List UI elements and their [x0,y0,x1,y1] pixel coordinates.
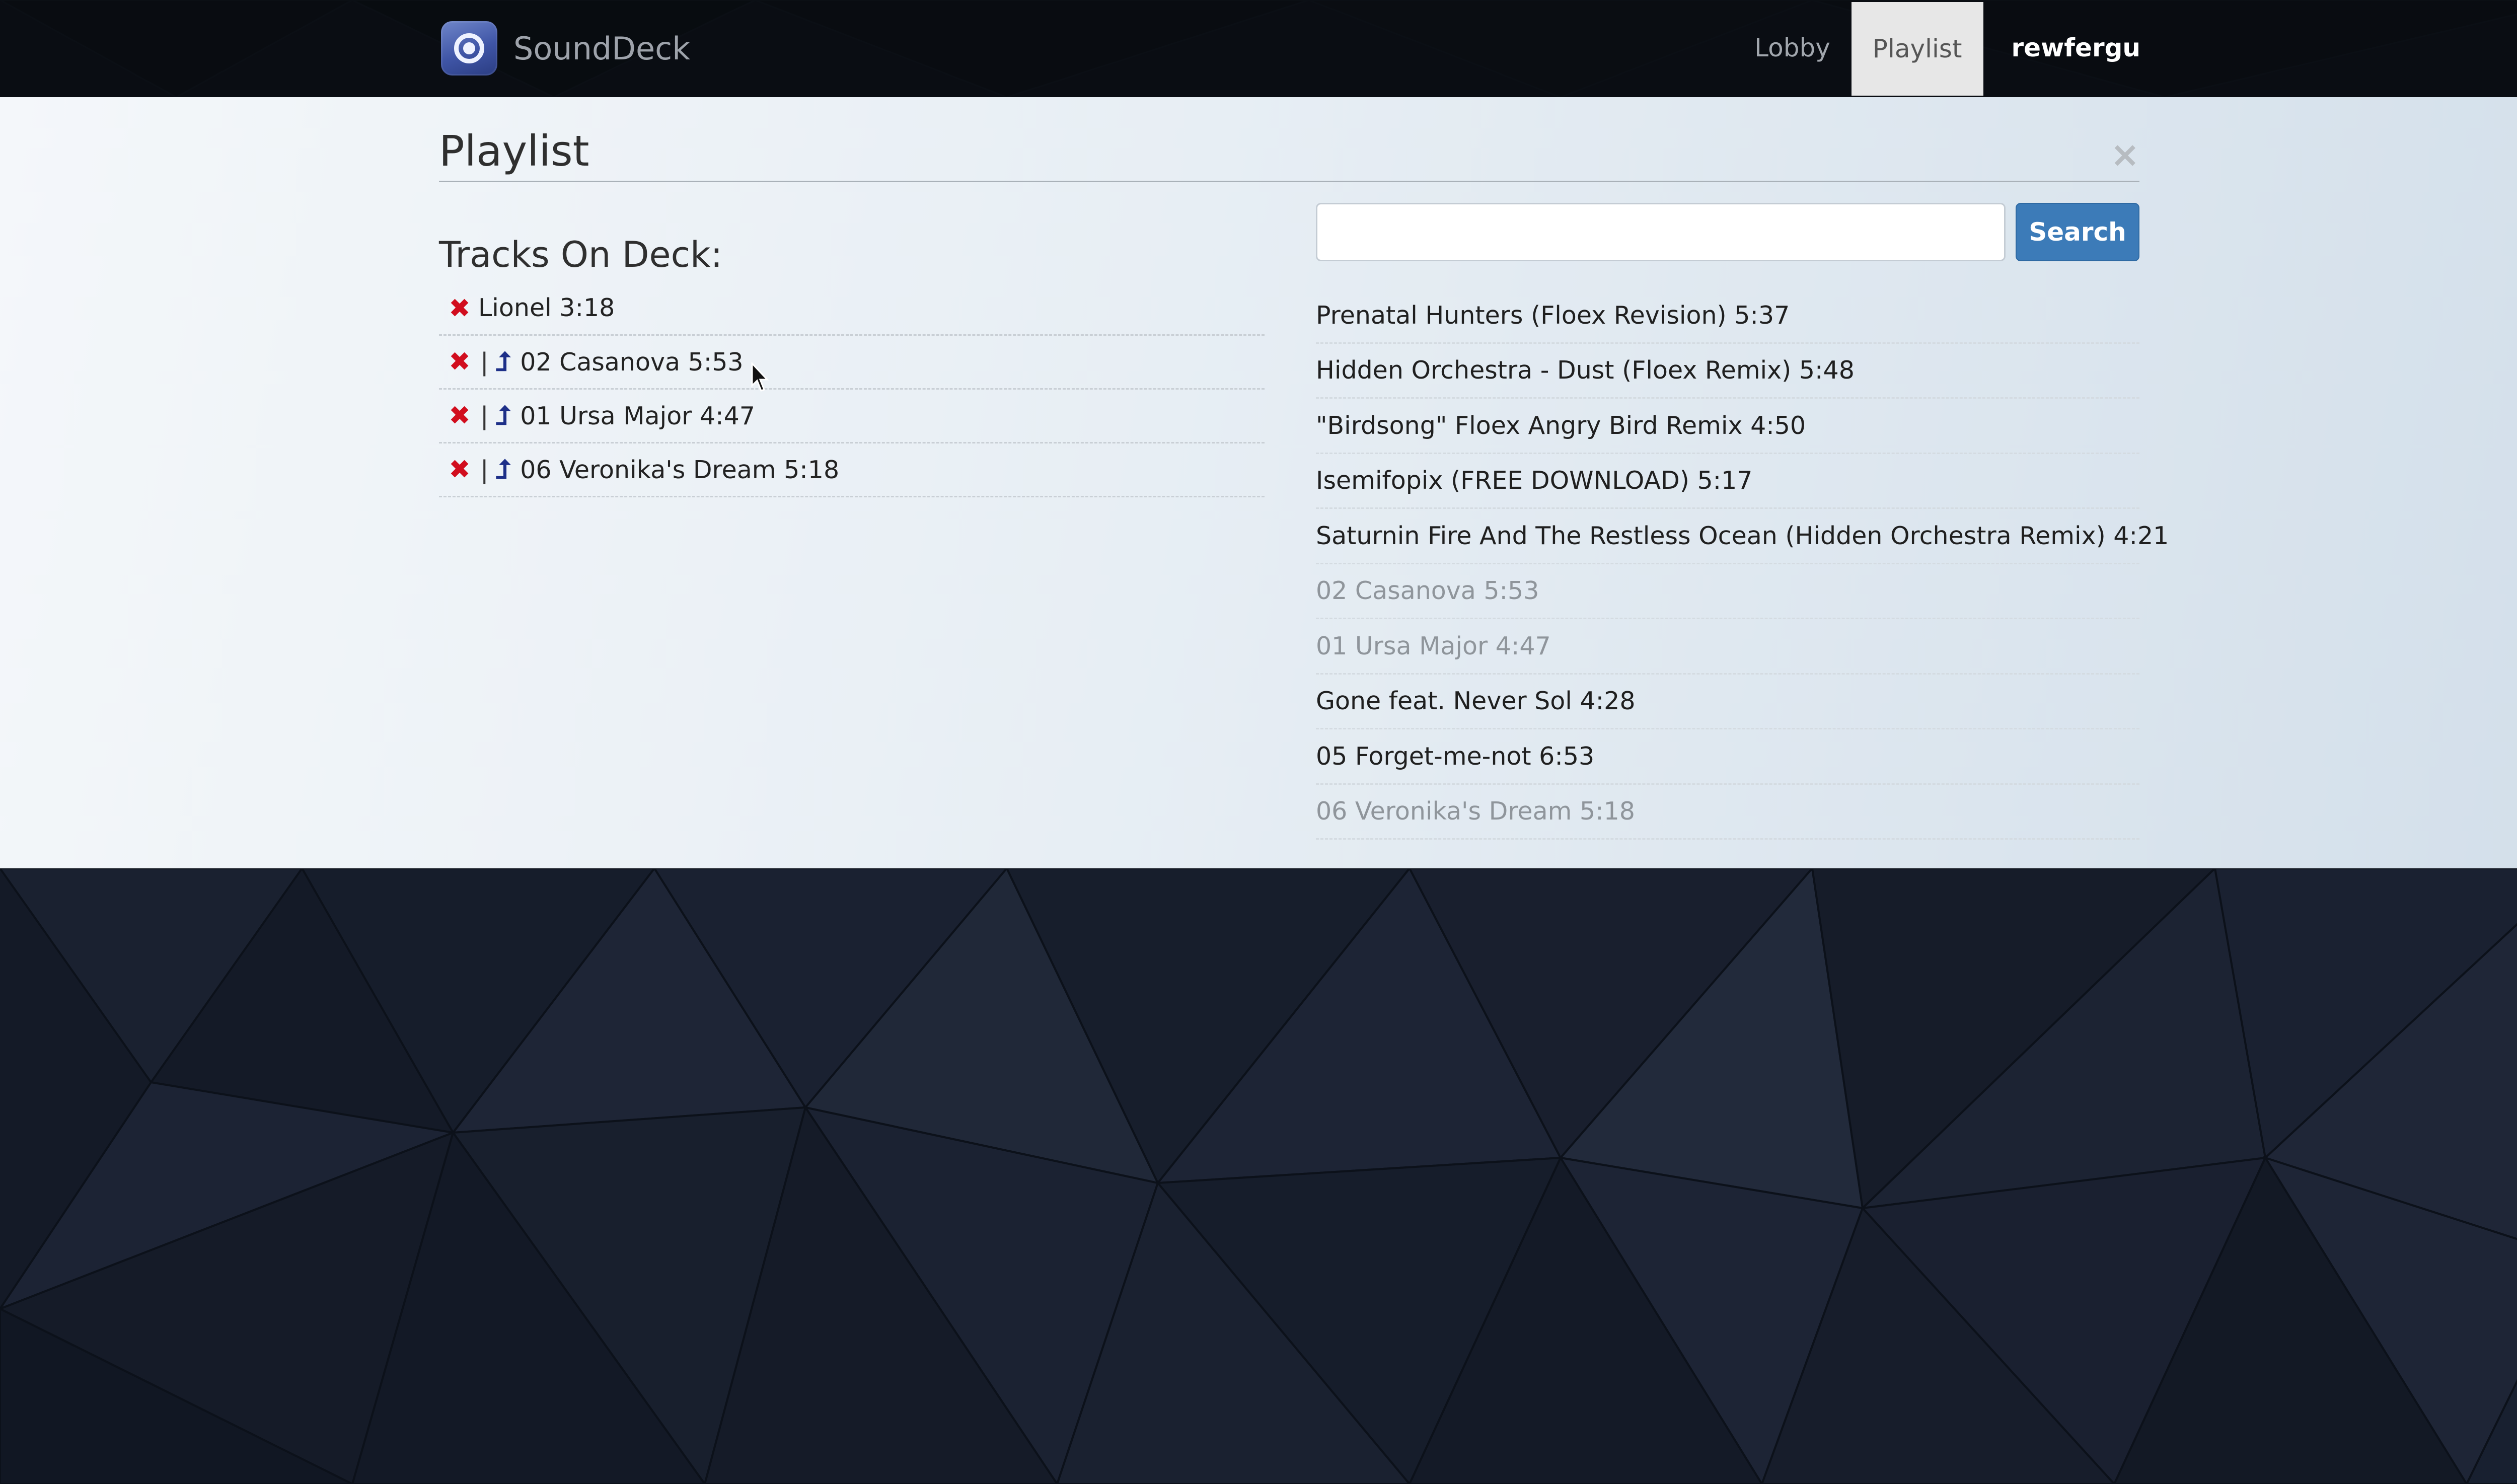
search-result-item[interactable]: 05 Forget-me-not 6:53 [1316,729,2139,785]
nav-item-lobby[interactable]: Lobby [1733,0,1852,96]
speaker-icon [441,21,497,76]
page-title: Playlist [439,126,589,176]
search-result-item[interactable]: 02 Casanova 5:53 [1316,564,2139,619]
title-divider [439,181,2139,182]
deck-track-list: ✖ Lionel 3:18 ✖ | ⮥ 02 Casanova 5:53 ✖ |… [439,288,1265,497]
search-input[interactable] [1316,203,2006,261]
search-result-item[interactable]: Isemifopix (FREE DOWNLOAD) 5:17 [1316,454,2139,509]
remove-track-icon[interactable]: ✖ [448,293,471,324]
top-navbar: SoundDeck Lobby Playlist rewfergu [0,0,2517,97]
search-result-item[interactable]: Prenatal Hunters (Floex Revision) 5:37 [1316,288,2139,344]
separator: | [480,401,489,430]
deck-track-item: ✖ | ⮥ 01 Ursa Major 4:47 [439,390,1265,443]
promote-track-icon[interactable]: ⮥ [496,401,511,431]
search-result-item[interactable]: 06 Veronika's Dream 5:18 [1316,785,2139,840]
mouse-cursor-icon [751,362,769,392]
separator: | [480,347,489,377]
playlist-panel: Playlist × Tracks On Deck: ✖ Lionel 3:18… [0,97,2517,868]
deck-track-item: ✖ | ⮥ 02 Casanova 5:53 [439,336,1265,390]
search-result-item[interactable]: 01 Ursa Major 4:47 [1316,619,2139,675]
nav-username[interactable]: rewfergu [1983,0,2140,96]
deck-heading: Tracks On Deck: [439,234,723,275]
deck-track-title: 01 Ursa Major 4:47 [520,401,755,430]
promote-track-icon[interactable]: ⮥ [496,347,511,378]
search-results-list: Prenatal Hunters (Floex Revision) 5:37 H… [1316,288,2169,840]
promote-track-icon[interactable]: ⮥ [496,455,511,485]
search-result-item[interactable]: Saturnin Fire And The Restless Ocean (Hi… [1316,509,2169,564]
nav-menu: Lobby Playlist rewfergu [1733,0,2140,96]
deck-track-title: 06 Veronika's Dream 5:18 [520,455,840,484]
close-icon[interactable]: × [2110,137,2140,172]
search-button[interactable]: Search [2016,203,2139,261]
remove-track-icon[interactable]: ✖ [448,455,471,485]
deck-track-item: ✖ Lionel 3:18 [439,288,1265,336]
remove-track-icon[interactable]: ✖ [448,401,471,431]
deck-track-title: 02 Casanova 5:53 [520,347,744,377]
brand-name: SoundDeck [513,30,691,67]
search-result-item[interactable]: "Birdsong" Floex Angry Bird Remix 4:50 [1316,399,2139,454]
nav-item-playlist[interactable]: Playlist [1851,2,1983,96]
search-result-item[interactable]: Hidden Orchestra - Dust (Floex Remix) 5:… [1316,344,2139,399]
separator: | [480,455,489,484]
deck-track-item: ✖ | ⮥ 06 Veronika's Dream 5:18 [439,443,1265,497]
brand-link[interactable]: SoundDeck [441,18,690,79]
remove-track-icon[interactable]: ✖ [448,347,471,377]
search-result-item[interactable]: Gone feat. Never Sol 4:28 [1316,675,2139,729]
deck-track-title: Lionel 3:18 [478,293,615,322]
